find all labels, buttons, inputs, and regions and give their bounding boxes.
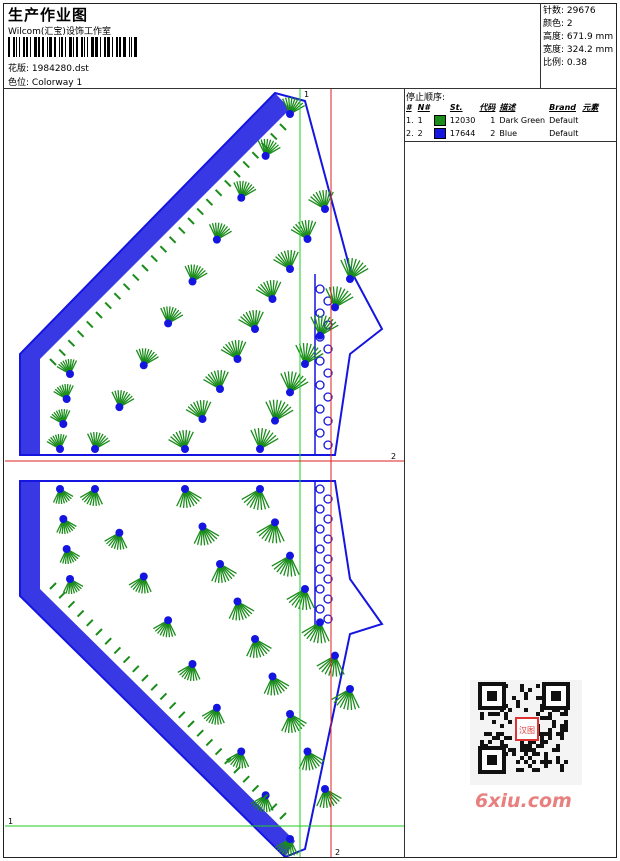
stat-scale: 比例: 0.38 bbox=[543, 58, 587, 68]
stat-stitches: 针数: 29676 bbox=[543, 6, 596, 16]
embroidery-piece-lower bbox=[19, 480, 384, 857]
col-stitches: St. bbox=[449, 103, 463, 112]
colorway-value: Colorway 1 bbox=[31, 78, 83, 88]
studio-name: Wilcom(汇宝)设饰工作室 bbox=[8, 27, 111, 37]
col-description: 描述 bbox=[499, 103, 516, 112]
barcode bbox=[8, 37, 137, 57]
design-divider bbox=[404, 88, 405, 858]
svg-text:汉图: 汉图 bbox=[519, 726, 535, 735]
guide-label-red-right: 2 bbox=[391, 452, 396, 461]
col-element: 元素 bbox=[582, 103, 599, 112]
table-header-row: # N# St. 代码 描述 Brand 元素 bbox=[405, 101, 601, 114]
watermark-logo: 6xiu.com bbox=[475, 790, 572, 812]
col-code: 代码 bbox=[479, 103, 496, 112]
col-number: # bbox=[406, 103, 412, 112]
table-row: 1. 1 12030 1 Dark Green Default bbox=[406, 115, 579, 126]
stats-panel: 针数: 29676 颜色: 2 高度: 671.9 mm 宽度: 324.2 m… bbox=[543, 5, 613, 70]
colorway-row: 色位: Colorway 1 bbox=[8, 75, 82, 88]
embroidery-piece-upper bbox=[19, 91, 384, 456]
stat-colors: 颜色: 2 bbox=[543, 19, 573, 29]
design-file-value: 1984280.dst bbox=[31, 64, 89, 74]
guide-label-red-bottom: 2 bbox=[335, 848, 340, 857]
col-brand: Brand bbox=[549, 103, 576, 112]
col-needle: N# bbox=[417, 103, 430, 112]
guide-lines: 1 1 2 2 bbox=[5, 89, 404, 857]
color-swatch-blue bbox=[433, 128, 446, 139]
col-swatch bbox=[433, 101, 449, 114]
guide-label-green-left: 1 bbox=[8, 817, 13, 826]
table-row: 2. 2 17644 2 Blue Default bbox=[406, 128, 579, 139]
legend-divider bbox=[404, 141, 617, 142]
stat-width: 宽度: 324.2 mm bbox=[543, 45, 614, 55]
design-file-row: 花版: 1984280.dst bbox=[8, 61, 89, 74]
embroidery-design-canvas: 1 1 2 2 bbox=[5, 89, 404, 857]
page-title: 生产作业图 bbox=[8, 6, 89, 24]
stats-divider bbox=[540, 3, 541, 88]
colorway-label: 色位: bbox=[8, 78, 30, 88]
guide-label-green-top: 1 bbox=[304, 90, 309, 99]
color-swatch-green bbox=[433, 115, 446, 126]
qr-code-image: 汉图 bbox=[470, 680, 582, 785]
color-sequence-table: # N# St. 代码 描述 Brand 元素 1. 1 12030 1 Dar… bbox=[405, 101, 601, 140]
stat-height: 高度: 671.9 mm bbox=[543, 32, 614, 42]
design-file-label: 花版: bbox=[8, 64, 30, 74]
